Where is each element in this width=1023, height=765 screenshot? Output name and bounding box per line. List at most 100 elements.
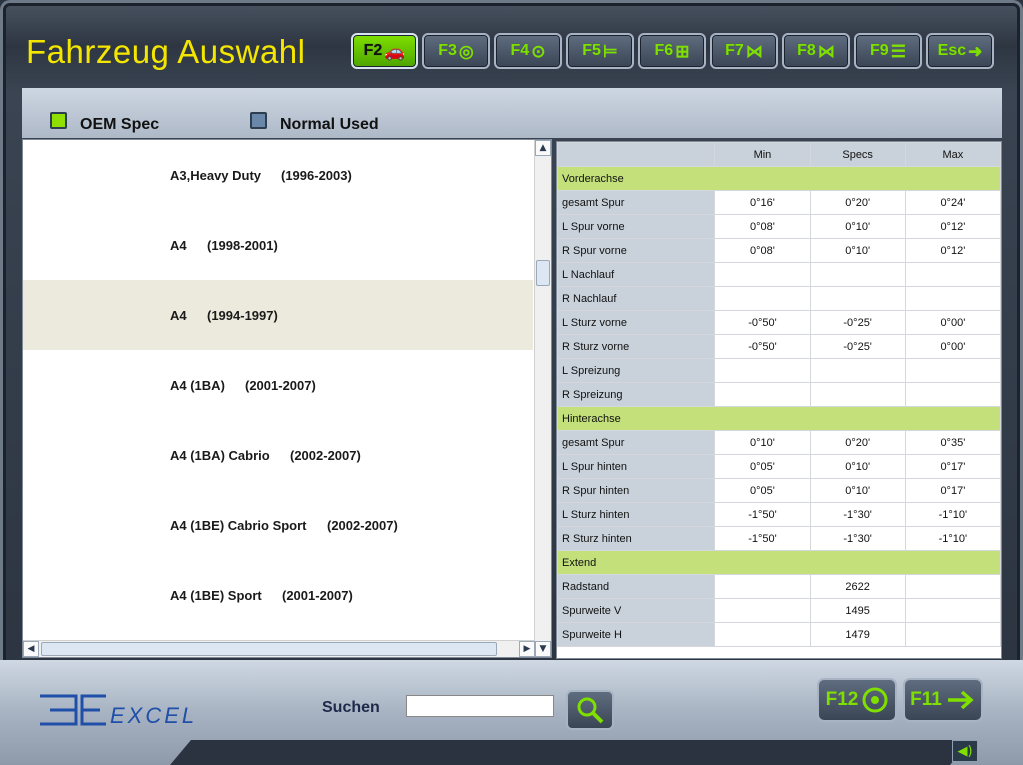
list-item-years: (2002-2007) [327,518,398,533]
spec-cell-max: 0°00' [904,310,1001,335]
spec-row: Radstand 2622 [557,574,1001,599]
search-button[interactable] [566,690,614,730]
toolbar-key-f9[interactable]: F9 ☰ [854,33,922,69]
spec-cell-max: 0°00' [904,334,1001,359]
spec-cell-spec: 0°10' [809,214,906,239]
list-item[interactable]: A4 (1BE) Sport (2001-2007) [23,560,533,630]
toolbar-key-label: Esc [937,42,967,59]
spec-cell-min: -1°50' [714,502,811,527]
list-item-years: (2002-2007) [290,448,361,463]
spec-cell-label: L Sturz vorne [557,310,716,335]
spec-cell-min [714,382,811,407]
scroll-down-icon[interactable]: ▼ [535,641,551,657]
spec-cell-min: 0°08' [714,214,811,239]
spec-header-cell: Min [714,142,811,167]
spec-cell-label: Radstand [557,574,716,599]
scroll-left-icon[interactable]: ◀ [23,641,39,657]
spec-cell-label: Spurweite V [557,598,716,623]
spec-row: R Nachlauf [557,286,1001,311]
scroll-up-icon[interactable]: ▲ [535,140,551,156]
list-item-years: (2001-2007) [245,378,316,393]
spec-cell-max [904,286,1001,311]
spec-cell-label: L Nachlauf [557,262,716,287]
toolbar-key-f6[interactable]: F6 ⊞ [638,33,706,69]
vertical-scroll-thumb[interactable] [536,260,550,286]
spec-cell-label: Spurweite H [557,622,716,647]
spec-cell-min [714,598,811,623]
excel-logo: EXCEL [40,694,197,728]
spec-cell-spec [809,358,906,383]
list-item[interactable]: A4 (1BA) (2001-2007) [23,350,533,420]
spec-cell-spec: 0°10' [809,454,906,479]
list-item[interactable]: A3,Heavy Duty (1996-2003) [23,140,533,210]
list-item[interactable]: A4 (1BE) Cabrio Sport (2002-2007) [23,490,533,560]
excel-logo-text: EXCEL [110,703,197,728]
spec-row: gesamt Spur 0°10' 0°20' 0°35' [557,430,1001,455]
horizontal-scroll-thumb[interactable] [41,642,497,656]
spec-cell-label: L Spur vorne [557,214,716,239]
suspension-icon: ⋈ [745,41,763,61]
spec-cell-max: -1°10' [904,502,1001,527]
mode-band [22,88,1002,138]
toolbar-key-f3[interactable]: F3 ◎ [422,33,490,69]
toolbar-key-label: F8 [797,42,816,59]
spec-cell-spec: 1479 [809,622,906,647]
scroll-right-icon[interactable]: ▶ [519,641,535,657]
oem-spec-radio[interactable] [50,112,67,129]
horizontal-scrollbar[interactable]: ◀ ▶ [23,640,535,657]
wheel-icon [862,687,888,713]
oem-spec-label: OEM Spec [80,116,160,133]
speaker-icon[interactable]: ◀) [952,740,978,762]
toolbar-key-f2[interactable]: F2 🚗 [351,33,418,69]
spec-cell-label: R Sturz hinten [557,526,716,551]
tool-wheel-icon: ⊙ [531,41,546,61]
list-item[interactable]: A4 (1998-2001) [23,210,533,280]
toolbar-key-f7[interactable]: F7 ⋈ [710,33,778,69]
spec-row: Spurweite V 1495 [557,598,1001,623]
spec-cell-max: 0°35' [904,430,1001,455]
spec-header-row: Min Specs Max [557,142,1001,167]
axle-adjust-icon: ⊞ [675,41,690,61]
f11-button[interactable]: F11 [903,678,983,722]
spec-cell-spec [809,262,906,287]
spec-cell-spec: 0°10' [809,478,906,503]
spec-row: R Spreizung [557,382,1001,407]
spec-row: L Sturz hinten -1°50' -1°30' -1°10' [557,502,1001,527]
list-item-model: A4 [170,308,187,323]
wheel-icon: ◎ [458,41,474,61]
spec-row: gesamt Spur 0°16' 0°20' 0°24' [557,190,1001,215]
spec-table: Min Specs Max Vorderachse gesamt Spur 0°16' 0°… [557,142,1001,647]
spec-cell-min: 0°05' [714,454,811,479]
list-item[interactable]: A4 (1BA) Cabrio (2002-2007) [23,420,533,490]
spec-group-label: Hinterachse [557,406,1001,431]
function-key-toolbar: F2 🚗 F3 ◎ F4 ⊙ F5 ⊨ F6 ⊞ F7 ⋈ F8 ⋈ F9 ☰ Esc ➜ [351,33,994,69]
toolbar-key-f8[interactable]: F8 ⋈ [782,33,850,69]
toolbar-key-label: F2 [363,42,383,59]
spec-cell-min [714,574,811,599]
spec-cell-max: -1°10' [904,526,1001,551]
list-item-years: (1998-2001) [207,238,278,253]
f12-button[interactable]: F12 [817,678,897,722]
list-item[interactable]: A4 (1994-1997) [23,280,533,350]
normal-used-radio[interactable] [250,112,267,129]
toolbar-key-f4[interactable]: F4 ⊙ [494,33,562,69]
spec-cell-max: 0°17' [904,478,1001,503]
search-input[interactable] [406,695,554,717]
spec-cell-max: 0°12' [904,238,1001,263]
spec-row: L Spur vorne 0°08' 0°10' 0°12' [557,214,1001,239]
spec-cell-label: L Sturz hinten [557,502,716,527]
list-item-years: (1994-1997) [207,308,278,323]
spec-cell-min: 0°10' [714,430,811,455]
spec-row: R Sturz vorne -0°50' -0°25' 0°00' [557,334,1001,359]
spec-row: R Spur vorne 0°08' 0°10' 0°12' [557,238,1001,263]
toolbar-key-f5[interactable]: F5 ⊨ [566,33,634,69]
spec-cell-max [904,574,1001,599]
list-item-model: A4 (1BE) Sport [170,588,262,603]
toolbar-key-esc[interactable]: Esc ➜ [926,33,994,69]
spec-cell-min: 0°16' [714,190,811,215]
spec-group-row: Vorderachse [557,166,1001,191]
spec-cell-max [904,598,1001,623]
vertical-scrollbar[interactable]: ▲ ▼ [534,140,551,657]
spec-cell-label: L Spur hinten [557,454,716,479]
exit-icon: ➜ [968,41,983,61]
